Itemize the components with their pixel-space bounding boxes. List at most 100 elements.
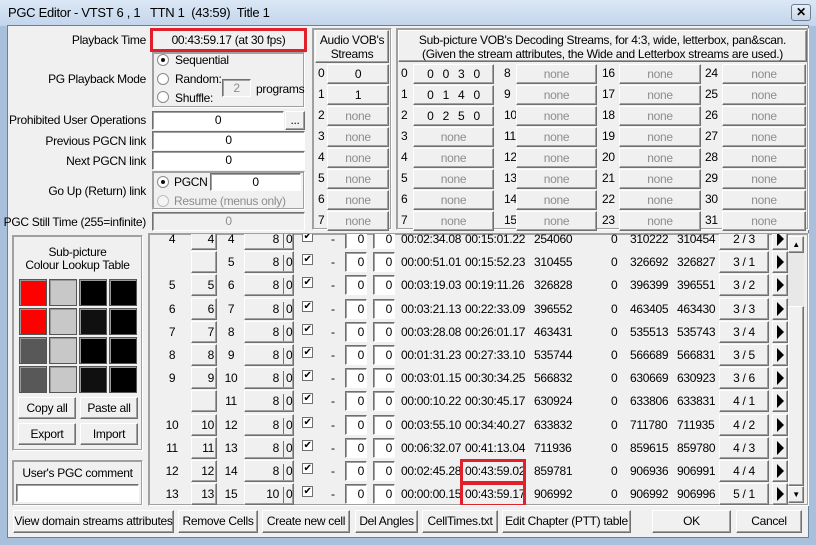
cell-command-input[interactable]: 0 — [373, 275, 395, 296]
chapter-button[interactable]: 2 / 3 — [719, 234, 769, 250]
cell-still-input[interactable]: 0 — [345, 391, 367, 412]
cell-still-input[interactable]: 0 — [345, 484, 367, 505]
scroll-thumb[interactable] — [788, 306, 804, 486]
program-button[interactable]: 4 — [191, 234, 217, 250]
go-up-pgcn-input[interactable]: 0 — [210, 173, 301, 191]
audio-stream-button[interactable]: none — [327, 127, 389, 147]
subpicture-stream-button[interactable]: 0 1 4 0 — [413, 85, 494, 105]
subpicture-stream-button[interactable]: none — [619, 211, 701, 231]
clut-color-swatch[interactable] — [109, 337, 137, 364]
programs-input[interactable]: 2 — [222, 79, 251, 97]
chapter-button[interactable]: 5 / 1 — [719, 483, 769, 505]
chapter-button[interactable]: 4 / 4 — [719, 460, 769, 482]
clut-color-swatch[interactable] — [49, 279, 77, 306]
clut-color-swatch[interactable] — [109, 366, 137, 393]
audio-stream-button[interactable]: none — [327, 169, 389, 189]
chapter-button[interactable]: 3 / 3 — [719, 297, 769, 320]
cell-seamless-checkbox[interactable]: ✔ — [302, 234, 313, 242]
prohibited-ops-more-button[interactable]: ... — [285, 111, 305, 130]
cell-still-input[interactable]: 0 — [345, 252, 367, 273]
cell-command-input[interactable]: 0 — [373, 252, 395, 273]
subpicture-stream-button[interactable]: none — [722, 190, 806, 210]
cell-command-input[interactable]: 0 — [373, 368, 395, 389]
cell-seamless-checkbox[interactable]: ✔ — [302, 486, 313, 498]
next-pgcn-input[interactable]: 0 — [152, 151, 305, 170]
clut-color-swatch[interactable] — [109, 279, 137, 306]
subpicture-stream-button[interactable]: none — [413, 148, 494, 168]
cell-command-input[interactable]: 0 — [373, 298, 395, 319]
cell-seamless-checkbox[interactable]: ✔ — [302, 323, 313, 335]
play-cell-button[interactable] — [772, 274, 788, 297]
subpicture-stream-button[interactable]: none — [516, 106, 597, 126]
subpicture-stream-button[interactable]: none — [516, 85, 597, 105]
chapter-button[interactable]: 3 / 4 — [719, 320, 769, 343]
scroll-up-button[interactable]: ▲ — [788, 236, 804, 253]
play-cell-button[interactable] — [772, 413, 788, 436]
subpicture-stream-button[interactable]: none — [516, 64, 597, 84]
play-cell-button[interactable] — [772, 436, 788, 459]
cell-still-input[interactable]: 0 — [345, 368, 367, 389]
chapter-button[interactable]: 4 / 2 — [719, 413, 769, 436]
import-button[interactable]: Import — [80, 423, 138, 445]
subpicture-stream-button[interactable]: none — [619, 127, 701, 147]
subpicture-stream-button[interactable]: none — [516, 148, 597, 168]
subpicture-stream-button[interactable]: none — [413, 169, 494, 189]
subpicture-stream-button[interactable]: none — [516, 211, 597, 231]
subpicture-stream-button[interactable]: none — [619, 148, 701, 168]
celltimes-button[interactable]: CellTimes.txt — [422, 510, 498, 533]
program-button[interactable]: 9 — [191, 367, 217, 390]
view-domain-streams-button[interactable]: View domain streams attributes — [13, 510, 174, 533]
paste-all-button[interactable]: Paste all — [80, 397, 138, 419]
cell-command-input[interactable]: 0 — [373, 345, 395, 365]
play-cell-button[interactable] — [772, 367, 788, 390]
comment-input[interactable] — [16, 484, 139, 502]
chapter-button[interactable]: 3 / 1 — [719, 251, 769, 274]
close-button[interactable]: ✕ — [791, 4, 811, 21]
edit-chapter-table-button[interactable]: Edit Chapter (PTT) table — [502, 510, 631, 533]
ok-button[interactable]: OK — [652, 510, 731, 533]
cell-seamless-checkbox[interactable]: ✔ — [302, 463, 313, 474]
audio-stream-button[interactable]: none — [327, 106, 389, 126]
play-cell-button[interactable] — [772, 234, 788, 250]
clut-color-swatch[interactable] — [19, 366, 47, 393]
shuffle-radio[interactable] — [157, 91, 169, 103]
subpicture-stream-button[interactable]: none — [722, 85, 806, 105]
program-button[interactable]: 7 — [191, 320, 217, 343]
clut-color-swatch[interactable] — [79, 337, 107, 364]
subpicture-stream-button[interactable]: none — [516, 127, 597, 147]
export-button[interactable]: Export — [18, 423, 76, 445]
program-button[interactable]: 12 — [191, 460, 217, 482]
chapter-button[interactable]: 4 / 3 — [719, 436, 769, 459]
subpicture-stream-button[interactable]: none — [722, 169, 806, 189]
create-new-cell-button[interactable]: Create new cell — [262, 510, 350, 533]
play-cell-button[interactable] — [772, 320, 788, 343]
chapter-button[interactable]: 3 / 6 — [719, 367, 769, 390]
audio-stream-button[interactable]: none — [327, 190, 389, 210]
audio-streams-header-button[interactable]: Audio VOB's Streams — [315, 30, 389, 63]
program-button[interactable]: 8 — [191, 344, 217, 366]
cell-still-input[interactable]: 0 — [345, 275, 367, 296]
cell-command-input[interactable]: 0 — [373, 234, 395, 249]
prohibited-ops-input[interactable]: 0 — [152, 111, 284, 130]
program-button[interactable]: 11 — [191, 436, 217, 459]
program-button[interactable] — [191, 251, 217, 274]
cell-seamless-checkbox[interactable]: ✔ — [302, 254, 313, 266]
cell-command-input[interactable]: 0 — [373, 414, 395, 435]
audio-stream-button[interactable]: none — [327, 211, 389, 231]
del-angles-button[interactable]: Del Angles — [355, 510, 418, 533]
clut-color-swatch[interactable] — [49, 337, 77, 364]
remove-cells-button[interactable]: Remove Cells — [178, 510, 258, 533]
still-time-input[interactable]: 0 — [152, 212, 305, 231]
subpicture-stream-button[interactable]: none — [413, 127, 494, 147]
cell-seamless-checkbox[interactable]: ✔ — [302, 370, 313, 382]
subpicture-stream-button[interactable]: 0 0 3 0 — [413, 64, 494, 84]
cell-still-input[interactable]: 0 — [345, 414, 367, 435]
subpicture-stream-button[interactable]: none — [722, 106, 806, 126]
clut-color-swatch[interactable] — [49, 366, 77, 393]
subpicture-stream-button[interactable]: none — [619, 106, 701, 126]
clut-color-swatch[interactable] — [79, 366, 107, 393]
copy-all-button[interactable]: Copy all — [18, 397, 76, 419]
prev-pgcn-input[interactable]: 0 — [152, 131, 305, 150]
audio-stream-button[interactable]: none — [327, 148, 389, 168]
clut-color-swatch[interactable] — [49, 308, 77, 335]
